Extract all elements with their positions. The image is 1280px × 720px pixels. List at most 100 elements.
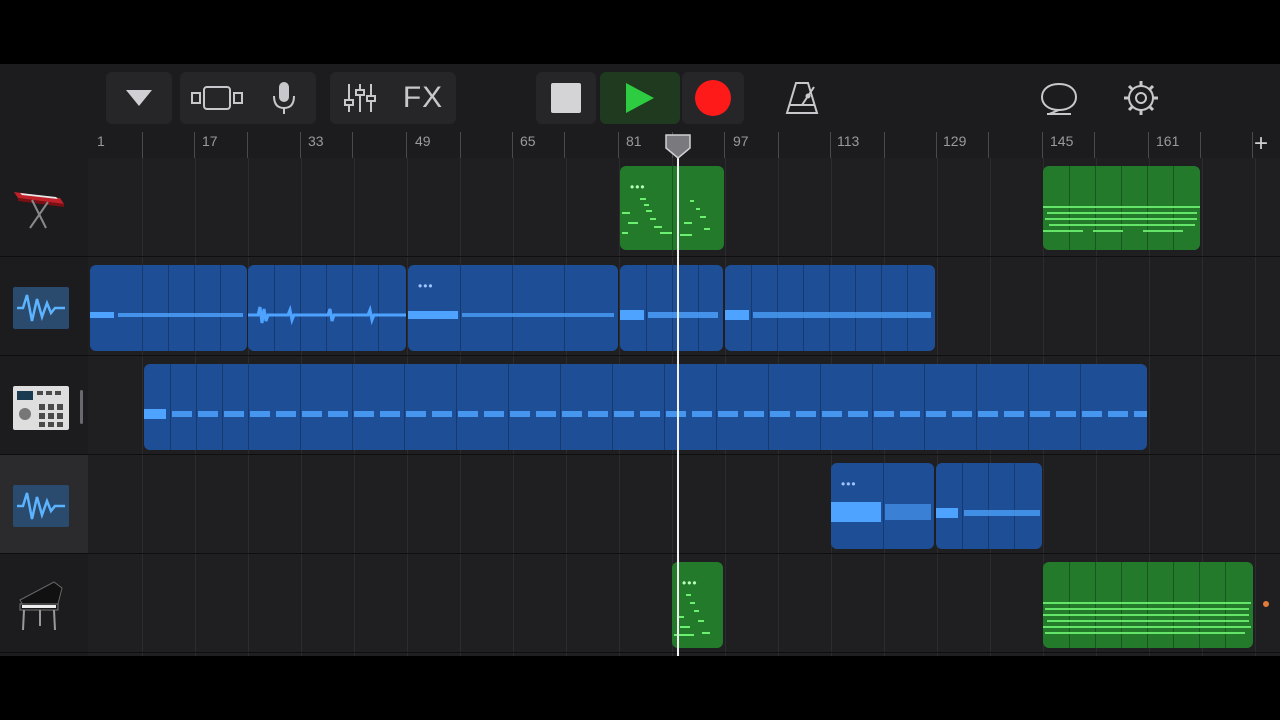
ruler-tick [460, 132, 461, 158]
loop-browser-button[interactable] [1034, 72, 1084, 124]
ruler-label: 81 [626, 133, 642, 149]
tracks-view-icon [191, 86, 243, 110]
metronome-icon [785, 82, 819, 114]
region-divider [222, 364, 223, 450]
gear-icon [1124, 81, 1158, 115]
ruler-tick [247, 132, 248, 158]
midi-region[interactable] [1043, 166, 1200, 250]
audio-region[interactable] [936, 463, 1042, 549]
record-button[interactable] [682, 72, 744, 124]
drum-machine-icon [13, 386, 69, 430]
midi-region[interactable]: ••• [620, 166, 724, 250]
track-resize-handle[interactable] [80, 390, 83, 424]
stop-icon [551, 83, 581, 113]
region-divider [820, 364, 821, 450]
ruler-label: 113 [837, 133, 860, 149]
region-divider [672, 166, 673, 250]
garageband-tracks-view: FX 1 17 33 49 65 81 97 113 129 145 161 +… [0, 64, 1280, 656]
play-button[interactable] [600, 72, 680, 124]
tracks-view-button[interactable] [180, 84, 256, 112]
region-divider [300, 364, 301, 450]
ruler-tick [142, 132, 143, 158]
audio-waveform [408, 311, 614, 319]
mixer-button[interactable] [330, 82, 390, 114]
audio-waveform [248, 305, 406, 325]
region-divider [456, 364, 457, 450]
ruler-tick [300, 132, 301, 158]
region-divider [612, 364, 613, 450]
audio-waveform [90, 312, 243, 318]
track-header-audio-1[interactable] [0, 257, 88, 356]
toolbar: FX [0, 64, 1280, 132]
region-divider [560, 364, 561, 450]
track-header-keyboard[interactable] [0, 158, 88, 257]
ruler-label: 49 [415, 133, 431, 149]
ruler-tick [724, 132, 725, 158]
ruler-label: 17 [202, 133, 218, 149]
region-divider [512, 265, 513, 351]
ruler-label: 97 [733, 133, 749, 149]
audio-region[interactable]: ••• [408, 265, 618, 351]
audio-waveform [831, 502, 931, 522]
keyboard-icon [14, 192, 64, 229]
audio-waveform [620, 310, 718, 320]
audio-waveform [725, 310, 931, 320]
ruler-tick [564, 132, 565, 158]
region-divider [404, 364, 405, 450]
tracks-area[interactable]: ••• ••• ••• ••• [88, 158, 1280, 656]
region-divider [194, 265, 195, 351]
microphone-icon [273, 82, 295, 114]
midi-region[interactable] [1043, 562, 1253, 648]
midi-notes [1043, 206, 1200, 232]
ruler-tick [352, 132, 353, 158]
region-divider [924, 364, 925, 450]
region-divider [220, 265, 221, 351]
browser-menu-button[interactable] [106, 72, 172, 124]
track-header-drum-machine[interactable] [0, 356, 88, 455]
microphone-button[interactable] [256, 81, 312, 115]
region-divider [1080, 364, 1081, 450]
audio-region[interactable] [248, 265, 406, 351]
region-divider [768, 364, 769, 450]
region-divider [1028, 364, 1029, 450]
metronome-button[interactable] [776, 72, 828, 124]
fx-label: FX [402, 81, 444, 114]
track-header-piano[interactable] [0, 554, 88, 653]
region-divider [196, 364, 197, 450]
region-menu-icon: ••• [418, 279, 434, 293]
region-divider [460, 265, 461, 351]
audio-region[interactable] [620, 265, 723, 351]
region-menu-icon: ••• [841, 477, 857, 491]
ruler-tick [830, 132, 831, 158]
region-divider [976, 364, 977, 450]
stop-button[interactable] [536, 72, 596, 124]
region-divider [142, 265, 143, 351]
region-divider [168, 265, 169, 351]
ruler-tick [1252, 132, 1253, 158]
midi-notes [674, 594, 710, 636]
region-divider [962, 463, 963, 549]
audio-region[interactable] [90, 265, 247, 351]
fx-button[interactable]: FX [390, 81, 456, 115]
add-section-button[interactable]: + [1254, 132, 1268, 156]
region-divider [664, 364, 665, 450]
midi-region[interactable]: ••• [672, 562, 723, 648]
drum-loop-region[interactable] [144, 364, 1147, 450]
track-lane-audio-2[interactable] [88, 455, 1280, 554]
playhead-handle-icon[interactable] [665, 134, 691, 160]
mixer-sliders-icon [344, 84, 376, 112]
track-header-audio-2[interactable] [0, 455, 88, 554]
ruler-tick [988, 132, 989, 158]
region-divider [988, 463, 989, 549]
region-divider [1014, 463, 1015, 549]
ruler-tick [884, 132, 885, 158]
audio-region[interactable]: ••• [831, 463, 934, 549]
settings-button[interactable] [1116, 72, 1166, 124]
region-divider [872, 364, 873, 450]
audio-waveform-icon [13, 287, 69, 329]
region-divider [170, 364, 171, 450]
ruler-label: 161 [1156, 133, 1180, 149]
ruler-tick [778, 132, 779, 158]
region-divider [716, 364, 717, 450]
audio-region[interactable] [725, 265, 935, 351]
